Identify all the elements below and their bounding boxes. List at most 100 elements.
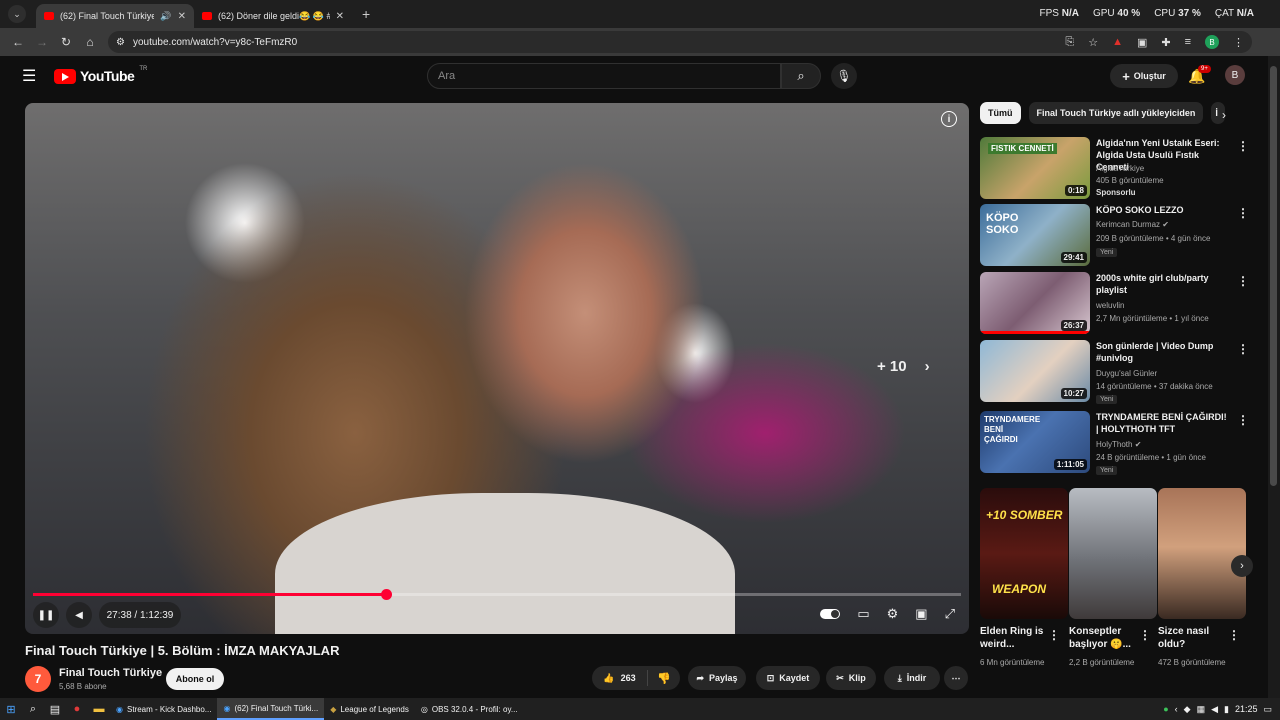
video-thumbnail[interactable]: 10:27 xyxy=(980,340,1090,402)
reload-button[interactable]: ↻ xyxy=(54,35,78,49)
voice-search-button[interactable]: 🎙 xyxy=(831,63,857,89)
download-button[interactable]: ⤓ İndir xyxy=(884,666,940,690)
video-thumbnail[interactable]: KÖPO SOKO 29:41 xyxy=(980,204,1090,266)
tab-search-icon[interactable]: ⌄ xyxy=(8,5,26,23)
more-options-icon[interactable]: ⋮ xyxy=(1237,342,1249,356)
chip-from-uploader[interactable]: Final Touch Türkiye adlı yükleyiciden xyxy=(1028,102,1204,124)
more-options-icon[interactable]: ⋮ xyxy=(1139,628,1151,642)
video-player[interactable]: i + 10 › ❚❚ ◀ 27:38 / 1:12:39 ▭ ⚙ ▣ ⤢ xyxy=(25,103,969,634)
autoplay-toggle[interactable] xyxy=(820,609,841,619)
clock[interactable]: 21:25 xyxy=(1235,704,1258,714)
task-view-icon[interactable]: ▤ xyxy=(44,698,66,720)
recommendation-item[interactable]: FISTIK CENNETİ 0:18 Algida'nın Yeni Usta… xyxy=(980,137,1260,199)
short-thumbnail[interactable]: +10 SOMBER WEAPON xyxy=(980,488,1068,619)
like-button[interactable]: 👍 263 xyxy=(592,670,648,686)
short-title[interactable]: Konseptler başlıyor 🤫... xyxy=(1069,625,1147,651)
create-button[interactable]: + Oluştur xyxy=(1110,64,1178,88)
recommendation-title[interactable]: Son günlerde | Video Dump #univlog xyxy=(1096,340,1230,364)
video-thumbnail[interactable]: FISTIK CENNETİ 0:18 xyxy=(980,137,1090,199)
short-thumbnail[interactable] xyxy=(1069,488,1157,619)
settings-gear-icon[interactable]: ⚙ xyxy=(887,606,899,622)
scrollbar-thumb[interactable] xyxy=(1270,66,1277,486)
fullscreen-icon[interactable]: ⤢ xyxy=(945,606,955,622)
tab-doner[interactable]: (62) Döner dile geldi😂 😂 #sh ✕ xyxy=(194,4,352,28)
taskbar-app-youtube[interactable]: ◉ (62) Final Touch Türki... xyxy=(217,698,325,720)
recommendation-item[interactable]: 10:27 Son günlerde | Video Dump #univlog… xyxy=(980,340,1260,404)
subscribe-button[interactable]: Abone ol xyxy=(166,668,224,690)
new-tab-button[interactable]: + xyxy=(362,6,370,22)
tray-chevron-icon[interactable]: ‹ xyxy=(1175,704,1178,714)
recommendation-channel[interactable]: AlgidaTurkiye xyxy=(1096,164,1246,173)
back-button[interactable]: ← xyxy=(6,35,30,49)
more-options-icon[interactable]: ⋮ xyxy=(1237,139,1249,153)
close-tab-icon[interactable]: ✕ xyxy=(178,11,186,22)
clip-button[interactable]: ✂ Klip xyxy=(826,666,876,690)
taskbar-app-obs[interactable]: ◎ OBS 32.0.4 - Profil: oy... xyxy=(415,698,524,720)
video-thumbnail[interactable]: TRYNDAMERE BENİ ÇAĞIRDI 1:11:05 xyxy=(980,411,1090,473)
recommendation-item[interactable]: TRYNDAMERE BENİ ÇAĞIRDI 1:11:05 TRYNDAME… xyxy=(980,411,1260,475)
recommendation-title[interactable]: 2000s white girl club/party playlist xyxy=(1096,272,1230,296)
video-thumbnail[interactable]: 26:37 xyxy=(980,272,1090,334)
dislike-button[interactable]: 👎 xyxy=(648,672,680,685)
recommendation-channel[interactable]: weluvlin xyxy=(1096,301,1246,310)
chips-next-chevron-icon[interactable]: › xyxy=(1222,108,1226,122)
network-icon[interactable]: ▦ xyxy=(1197,704,1206,715)
save-button[interactable]: ⊡ Kaydet xyxy=(756,666,820,690)
short-title[interactable]: Elden Ring is weird... xyxy=(980,625,1058,651)
hamburger-menu-icon[interactable]: ☰ xyxy=(22,66,38,86)
chip-all[interactable]: Tümü xyxy=(980,102,1021,124)
recommendation-item[interactable]: KÖPO SOKO 29:41 KÖPO SOKO LEZZO Kerimcan… xyxy=(980,204,1260,266)
scrubber-handle[interactable] xyxy=(380,589,392,600)
info-icon[interactable]: i xyxy=(941,111,957,127)
progress-bar[interactable] xyxy=(33,589,961,600)
more-options-icon[interactable]: ⋮ xyxy=(1237,274,1249,288)
recommendation-channel[interactable]: Duygu'sal Günler xyxy=(1096,369,1246,378)
recommendation-channel[interactable]: HolyThoth ✔ xyxy=(1096,440,1246,449)
channel-name[interactable]: Final Touch Türkiye xyxy=(59,667,162,679)
volume-icon[interactable]: ◀ xyxy=(1211,704,1218,715)
share-button[interactable]: ➦ Paylaş xyxy=(688,666,746,690)
url-text[interactable]: youtube.com/watch?v=y8c-TeFmzR0 xyxy=(133,37,297,48)
skip-forward-overlay[interactable]: + 10 › xyxy=(877,358,930,375)
volume-button[interactable]: ◀ xyxy=(66,602,92,628)
site-info-icon[interactable]: ⚙ xyxy=(116,37,125,48)
more-options-icon[interactable]: ⋮ xyxy=(1228,628,1240,642)
audio-playing-icon[interactable]: 🔊 xyxy=(160,11,171,22)
puzzle-extensions-icon[interactable]: ✚ xyxy=(1161,36,1170,49)
pause-button[interactable]: ❚❚ xyxy=(33,602,59,628)
subtitles-icon[interactable]: ▭ xyxy=(857,606,869,622)
recommendation-channel[interactable]: Kerimcan Durmaz ✔ xyxy=(1096,220,1246,229)
close-tab-icon[interactable]: ✕ xyxy=(336,11,344,22)
more-options-icon[interactable]: ⋮ xyxy=(1237,413,1249,427)
whatsapp-icon[interactable]: ● xyxy=(1163,704,1168,714)
recommendation-item[interactable]: 26:37 2000s white girl club/party playli… xyxy=(980,272,1260,334)
cast-icon[interactable]: ⎘ xyxy=(1065,36,1074,49)
account-avatar[interactable]: B xyxy=(1225,65,1245,85)
more-options-icon[interactable]: ⋮ xyxy=(1237,206,1249,220)
profile-avatar[interactable]: B xyxy=(1205,35,1219,49)
taskbar-app-kick[interactable]: ◉ Stream - Kick Dashbo... xyxy=(110,698,217,720)
short-thumbnail[interactable] xyxy=(1158,488,1246,619)
address-bar[interactable]: ⚙ youtube.com/watch?v=y8c-TeFmzR0 ⎘ ☆ ▲ … xyxy=(108,31,1252,53)
more-options-icon[interactable]: ⋮ xyxy=(1048,628,1060,642)
shorts-next-chevron-icon[interactable]: › xyxy=(1231,555,1253,577)
tab-search-icon[interactable]: ≡ xyxy=(1185,36,1191,48)
home-button[interactable]: ⌂ xyxy=(78,35,102,49)
recommendation-title[interactable]: TRYNDAMERE BENİ ÇAĞIRDI! | HOLYTHOTH TFT xyxy=(1096,411,1230,435)
more-actions-button[interactable]: ⋯ xyxy=(944,666,968,690)
microphone-icon[interactable]: ▮ xyxy=(1224,704,1229,715)
youtube-logo[interactable]: YouTube TR xyxy=(54,66,147,84)
theater-mode-icon[interactable]: ▣ xyxy=(915,606,927,622)
short-title[interactable]: Sizce nasıl oldu? xyxy=(1158,625,1236,651)
file-explorer-icon[interactable]: ▬ xyxy=(88,698,110,720)
taskbar-app-league[interactable]: ◆ League of Legends xyxy=(324,698,415,720)
app-icon[interactable]: ● xyxy=(66,698,88,720)
extension-icon[interactable]: ▣ xyxy=(1137,36,1147,49)
recommendation-title[interactable]: KÖPO SOKO LEZZO xyxy=(1096,204,1230,216)
search-button[interactable]: ⌕ xyxy=(781,63,821,89)
channel-avatar[interactable]: 7 xyxy=(25,666,51,692)
notifications-icon[interactable]: ▭ xyxy=(1263,704,1272,715)
bookmark-star-icon[interactable]: ☆ xyxy=(1088,36,1098,49)
search-input[interactable]: Ara xyxy=(427,63,781,89)
tab-final-touch[interactable]: (62) Final Touch Türkiye | 5. 🔊 ✕ xyxy=(36,4,194,28)
